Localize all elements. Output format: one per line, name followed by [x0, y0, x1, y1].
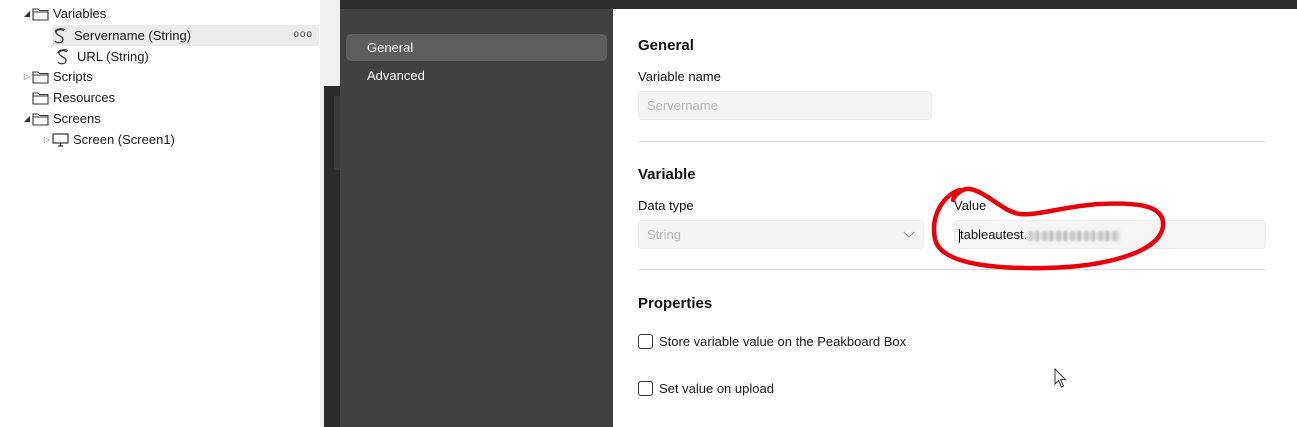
tree-item-label: Scripts [53, 69, 93, 84]
more-options-icon[interactable]: ooo [293, 29, 313, 40]
tree-item-label: Screen (Screen1) [73, 132, 175, 147]
tree-item-label: URL (String) [77, 49, 149, 64]
folder-icon [32, 7, 49, 21]
dialog-nav: General Advanced [340, 9, 613, 427]
tree-item-screens[interactable]: ◢ Screens [22, 108, 320, 129]
data-type-value: String [647, 227, 681, 242]
tree-item-screen1[interactable]: ▷ Screen (Screen1) [42, 129, 320, 150]
tree-item-label: Screens [53, 111, 101, 126]
nav-item-advanced[interactable]: Advanced [346, 62, 607, 89]
nav-item-general[interactable]: General [346, 34, 607, 61]
expand-triangle-icon[interactable]: ▷ [22, 72, 32, 81]
set-on-upload-checkbox[interactable] [638, 381, 653, 396]
data-type-select[interactable]: String [638, 220, 924, 249]
set-on-upload-option[interactable]: Set value on upload [638, 381, 774, 396]
mouse-cursor-icon [1054, 368, 1067, 388]
section-heading-properties: Properties [638, 295, 713, 312]
tree-item-url[interactable]: URL (String) [56, 46, 316, 67]
collapse-triangle-icon[interactable]: ◢ [22, 9, 32, 18]
screen-icon [52, 132, 69, 147]
data-type-label: Data type [638, 198, 694, 213]
tree-item-label: Variables [53, 6, 107, 21]
tree-item-resources[interactable]: Resources [32, 87, 320, 108]
variable-icon [54, 27, 66, 43]
set-on-upload-label: Set value on upload [659, 381, 774, 396]
folder-icon [32, 112, 49, 126]
section-heading-general: General [638, 37, 694, 54]
dialog-title-bar [340, 0, 1297, 9]
tree-item-label: Resources [53, 90, 116, 105]
panel-splitter[interactable] [320, 0, 340, 427]
variable-name-field[interactable]: Servername [638, 91, 932, 120]
variable-name-label: Variable name [638, 69, 721, 84]
explorer-tree: ◢ Variables Servername (String) ooo URL … [0, 0, 320, 427]
tree-item-servername[interactable]: Servername (String) ooo [53, 25, 319, 46]
expand-triangle-icon[interactable]: ▷ [42, 135, 52, 144]
annotation-circle [931, 186, 1166, 271]
folder-icon [32, 70, 49, 84]
folder-icon [32, 91, 49, 105]
section-divider [638, 141, 1266, 142]
store-on-box-label: Store variable value on the Peakboard Bo… [659, 334, 907, 349]
tree-item-label: Servername (String) [74, 28, 192, 43]
tree-item-variables[interactable]: ◢ Variables [22, 3, 320, 24]
variable-icon [57, 48, 69, 64]
store-on-box-option[interactable]: Store variable value on the Peakboard Bo… [638, 334, 906, 349]
section-heading-variable: Variable [638, 166, 696, 183]
tree-item-scripts[interactable]: ▷ Scripts [22, 66, 320, 87]
chevron-down-icon [903, 231, 915, 238]
store-on-box-checkbox[interactable] [638, 334, 653, 349]
collapse-triangle-icon[interactable]: ◢ [22, 114, 32, 123]
